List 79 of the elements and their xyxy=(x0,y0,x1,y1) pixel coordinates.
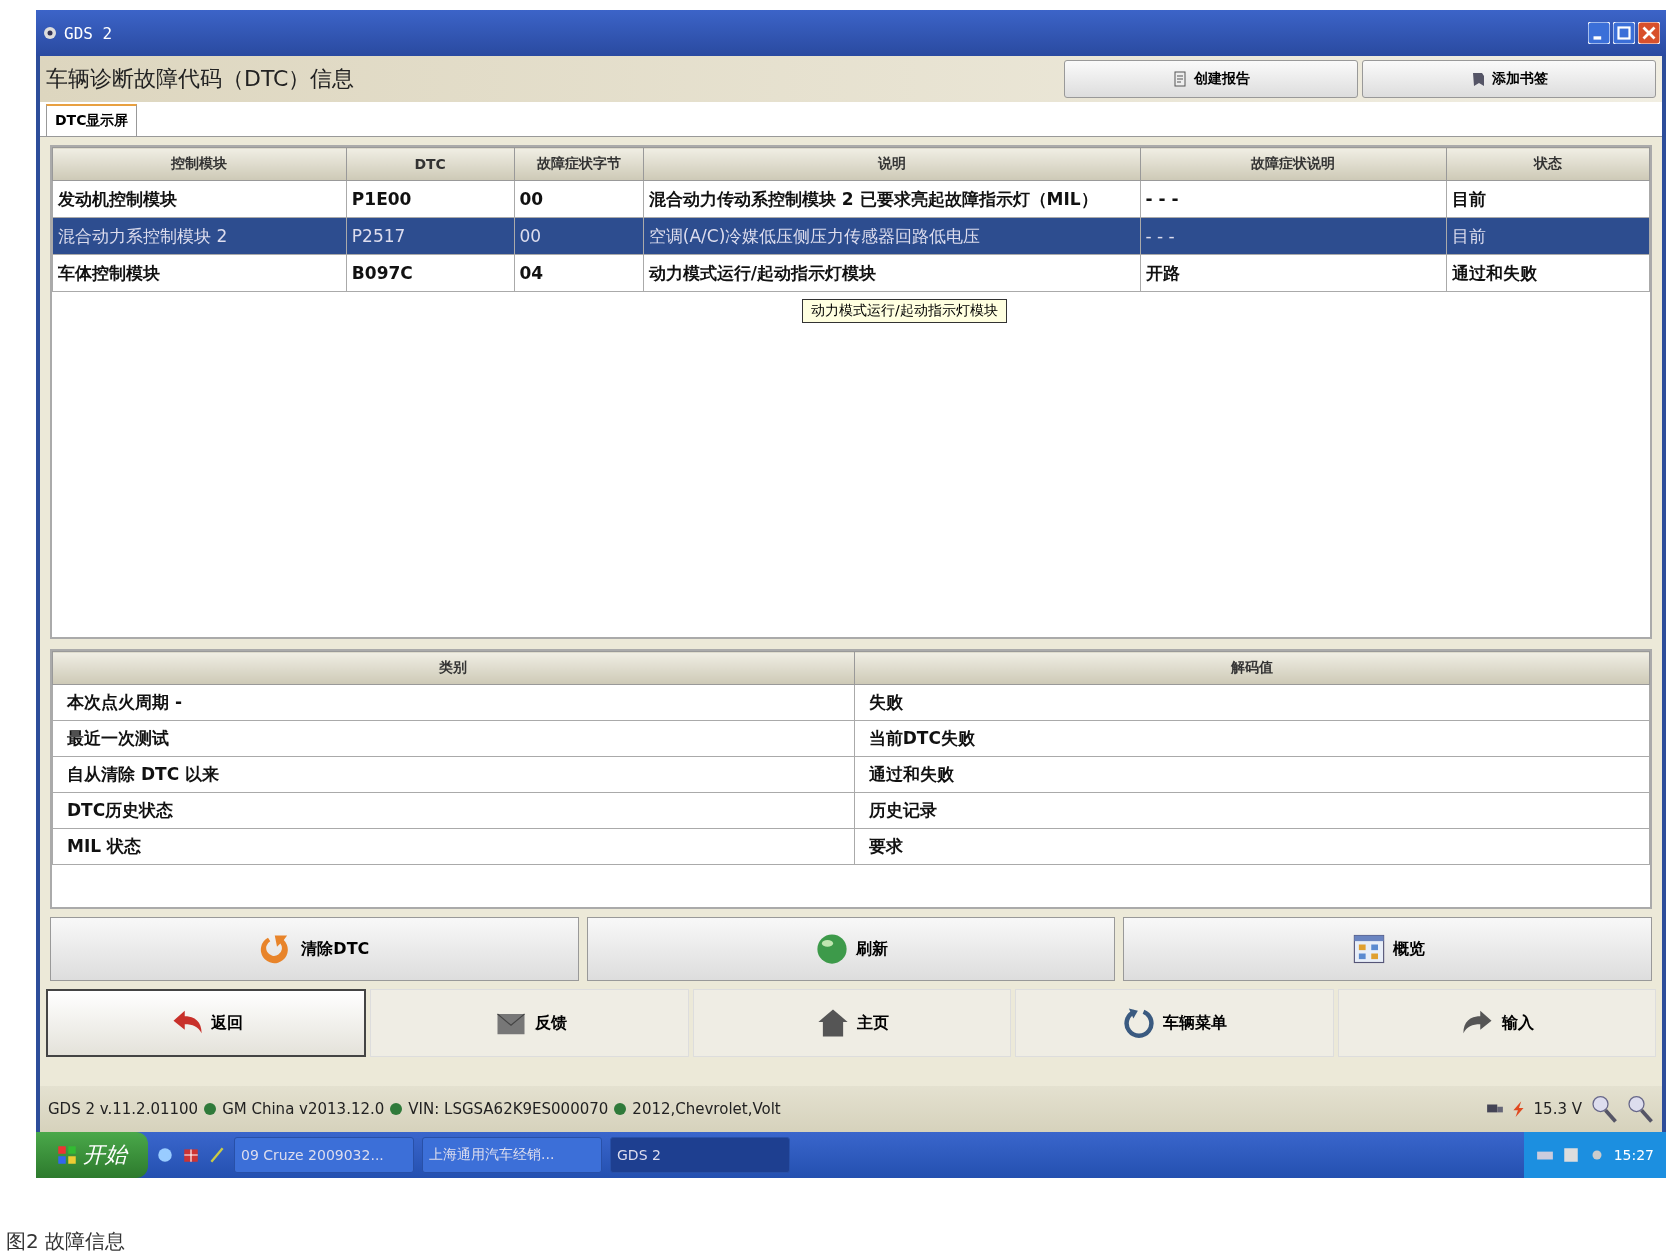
nav-button[interactable]: 主页 xyxy=(692,989,1012,1057)
table-cell: - - - xyxy=(1140,217,1447,255)
close-icon[interactable] xyxy=(1638,22,1660,44)
app-logo-icon xyxy=(42,25,58,41)
table-cell: 通过和失败 xyxy=(1446,254,1650,292)
bookmark-icon xyxy=(1470,71,1486,87)
table-cell: 发动机控制模块 xyxy=(52,180,347,218)
table-cell: MIL 状态 xyxy=(52,828,855,865)
table-cell: 00 xyxy=(514,180,644,218)
status-dot-icon xyxy=(614,1103,627,1115)
nav-button[interactable]: 反馈 xyxy=(370,989,689,1057)
pen-icon[interactable] xyxy=(208,1146,226,1164)
column-header[interactable]: 说明 xyxy=(643,147,1140,181)
status-dot-icon xyxy=(390,1103,403,1115)
status-text: 2012,Chevrolet,Volt xyxy=(632,1100,781,1118)
taskbar-item[interactable]: GDS 2 xyxy=(610,1137,790,1173)
browser-icon[interactable] xyxy=(156,1146,174,1164)
tab[interactable]: DTC显示屏 xyxy=(46,104,138,136)
table-cell: 混合动力传动系控制模块 2 已要求亮起故障指示灯（MIL） xyxy=(643,180,1140,218)
table-cell: 目前 xyxy=(1446,180,1650,218)
table-cell: 本次点火周期 - xyxy=(52,684,855,721)
toolbox-icon[interactable] xyxy=(182,1146,200,1164)
table-cell: 目前 xyxy=(1446,217,1650,255)
start-button[interactable]: 开始 xyxy=(36,1132,148,1178)
table-cell: P1E00 xyxy=(346,180,514,218)
table-cell: - - - xyxy=(1140,180,1447,218)
table-cell: 动力模式运行/起动指示灯模块 xyxy=(643,254,1140,292)
table-cell: 开路 xyxy=(1140,254,1447,292)
table-cell: 空调(A/C)冷媒低压侧压力传感器回路低电压 xyxy=(643,217,1140,255)
voltage-reading: 15.3 V xyxy=(1533,1100,1582,1118)
column-header[interactable]: 故障症状说明 xyxy=(1140,147,1447,181)
status-text: VIN: LSGSA62K9ES000070 xyxy=(408,1100,609,1118)
column-header[interactable]: DTC xyxy=(346,147,514,181)
table-cell: 要求 xyxy=(854,828,1650,865)
table-cell: DTC历史状态 xyxy=(52,792,855,829)
windows-logo-icon xyxy=(57,1145,77,1165)
globe-icon xyxy=(814,931,850,967)
column-header[interactable]: 状态 xyxy=(1446,147,1650,181)
table-cell: B097C xyxy=(346,254,514,292)
column-header[interactable]: 故障症状字节 xyxy=(514,147,644,181)
table-cell: 最近一次测试 xyxy=(52,720,855,757)
nav-button[interactable]: 输入 xyxy=(1337,989,1657,1057)
table-cell: 混合动力系控制模块 2 xyxy=(52,217,347,255)
table-cell: 通过和失败 xyxy=(854,756,1650,793)
header-button[interactable]: 添加书签 xyxy=(1362,60,1656,98)
table-cell: 自从清除 DTC 以来 xyxy=(52,756,855,793)
table-cell: 车体控制模块 xyxy=(52,254,347,292)
table-row[interactable]: 车体控制模块 B097C 04 动力模式运行/起动指示灯模块 开路 通过和失败 xyxy=(52,254,1650,292)
column-header[interactable]: 解码值 xyxy=(854,651,1650,685)
table-row[interactable]: 混合动力系控制模块 2 P2517 00 空调(A/C)冷媒低压侧压力传感器回路低电压 - - - 目前 xyxy=(52,217,1650,255)
minimize-icon[interactable] xyxy=(1588,22,1610,44)
column-header[interactable]: 控制模块 xyxy=(52,147,347,181)
taskbar-item[interactable]: 09 Cruze 2009032... xyxy=(234,1137,414,1173)
help-icon[interactable] xyxy=(1561,1146,1580,1164)
window-title: GDS 2 xyxy=(64,23,113,43)
figure-caption: 图2 故障信息 xyxy=(6,1228,127,1254)
nav-button[interactable]: 车辆菜单 xyxy=(1015,989,1334,1057)
nav-button[interactable]: 返回 xyxy=(46,989,367,1057)
table-cell: 当前DTC失败 xyxy=(854,720,1650,757)
table-cell: P2517 xyxy=(346,217,514,255)
taskbar-item[interactable]: 上海通用汽车经销... xyxy=(422,1137,602,1173)
table-cell: 00 xyxy=(514,217,644,255)
table-cell: 04 xyxy=(514,254,644,292)
status-text: GM China v2013.12.0 xyxy=(222,1100,385,1118)
column-header[interactable]: 类别 xyxy=(52,651,855,685)
table-row[interactable]: 发动机控制模块 P1E00 00 混合动力传动系控制模块 2 已要求亮起故障指示灯（MIL） - - - 目前 xyxy=(52,180,1650,218)
maximize-icon[interactable] xyxy=(1613,22,1635,44)
status-text: GDS 2 v.11.2.01100 xyxy=(48,1100,199,1118)
clock: 15:27 xyxy=(1613,1147,1654,1163)
action-button[interactable]: 清除DTC xyxy=(50,917,579,981)
table-cell: 历史记录 xyxy=(854,792,1650,829)
header-button[interactable]: 创建报告 xyxy=(1064,60,1358,98)
action-button[interactable]: 概览 xyxy=(1123,917,1652,981)
table-cell: 失败 xyxy=(854,684,1650,721)
tooltip: 动力模式运行/起动指示灯模块 xyxy=(802,299,1007,323)
page-title: 车辆诊断故障代码（DTC）信息 xyxy=(46,65,355,93)
action-button[interactable]: 刷新 xyxy=(586,917,1116,981)
status-dot-icon xyxy=(204,1103,217,1115)
document-icon xyxy=(1172,71,1188,87)
